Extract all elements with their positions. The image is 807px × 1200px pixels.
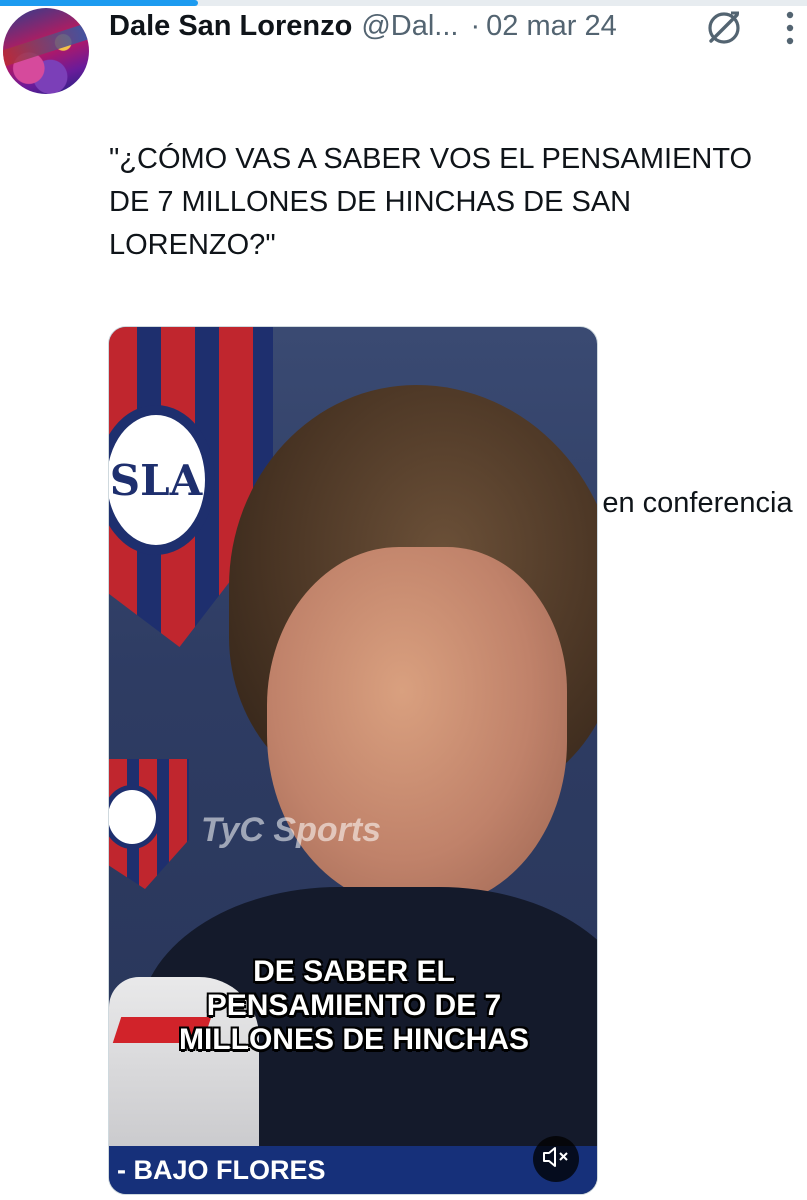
separator: · <box>470 9 481 42</box>
user-handle[interactable]: @Dal... <box>361 10 458 43</box>
lower-third-text: - BAJO FLORES <box>117 1154 326 1185</box>
avatar[interactable] <box>3 8 89 94</box>
video-subtitle: DE SABER EL PENSAMIENTO DE 7 MILLONES DE… <box>178 955 529 1056</box>
grok-icon[interactable] <box>704 8 744 48</box>
mute-button[interactable] <box>533 1136 579 1182</box>
tweet-header: Dale San Lorenzo @Dal... · 02 mar 24 <box>109 6 617 46</box>
broadcaster-watermark: TyC Sports <box>201 811 382 849</box>
tweet-date[interactable]: 02 mar 24 <box>486 10 617 43</box>
more-icon[interactable] <box>778 6 802 50</box>
speaker-face <box>267 547 567 907</box>
display-name[interactable]: Dale San Lorenzo <box>109 10 352 43</box>
video-player[interactable]: SLA TyC Sports DE SABER EL PENSAMIENTO D… <box>108 326 598 1195</box>
lower-third-bar: - BAJO FLORES <box>109 1146 597 1194</box>
speaker-muted-icon <box>542 1145 570 1174</box>
tweet-text-quote: "¿CÓMO VAS A SABER VOS EL PENSAMIENTO DE… <box>109 143 761 261</box>
